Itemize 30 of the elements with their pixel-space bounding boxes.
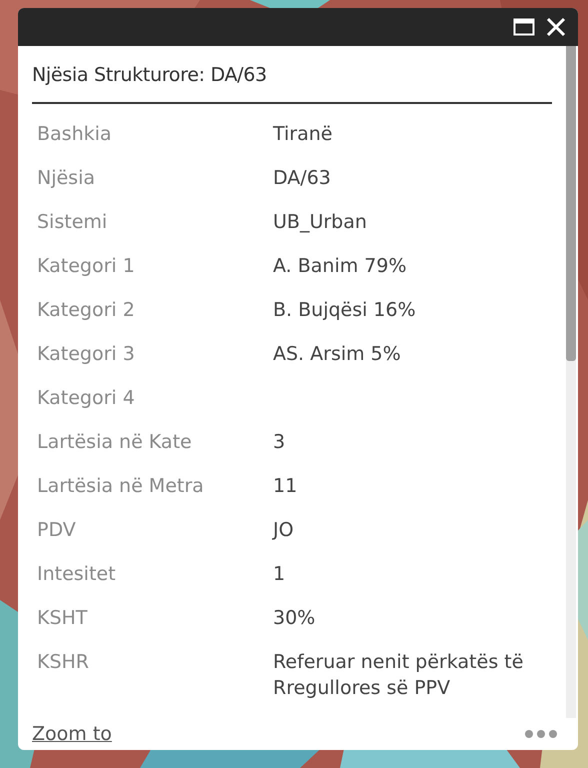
scrollbar[interactable] xyxy=(566,46,576,718)
field-value: Referuar nenit përkatës të Rregullores së PPV xyxy=(273,650,524,701)
field-value: 3 xyxy=(273,430,286,455)
field-value: A. Banim 79% xyxy=(273,254,408,279)
field-value: Tiranë xyxy=(273,122,334,147)
field-value: UB_Urban xyxy=(273,210,368,235)
field-label: KSHR xyxy=(37,650,90,675)
field-value: 1 xyxy=(273,562,286,587)
field-value: JO xyxy=(273,518,295,543)
field-label: Bashkia xyxy=(37,122,113,147)
field-value: DA/63 xyxy=(273,166,332,191)
field-label: Kategori 3 xyxy=(37,342,136,367)
zoom-to-link[interactable]: Zoom to xyxy=(32,723,112,745)
field-label: Njësia xyxy=(37,166,96,191)
field-label: PDV xyxy=(37,518,77,543)
field-label: Kategori 1 xyxy=(37,254,136,279)
field-label: Kategori 4 xyxy=(37,386,136,411)
field-label: KSHT xyxy=(37,606,88,631)
field-label: Intesitet xyxy=(37,562,117,587)
field-value: 11 xyxy=(273,474,298,499)
field-label: Sistemi xyxy=(37,210,108,235)
field-value: 30% xyxy=(273,606,316,631)
field-label: Lartësia në Kate xyxy=(37,430,193,455)
popup-title: Njësia Strukturore: DA/63 xyxy=(32,46,552,104)
field-value: AS. Arsim 5% xyxy=(273,342,402,367)
field-label: Lartësia në Metra xyxy=(37,474,205,499)
field-label: Kategori 2 xyxy=(37,298,136,323)
more-icon[interactable] xyxy=(524,729,558,739)
close-icon[interactable] xyxy=(544,15,568,39)
field-value: B. Bujqësi 16% xyxy=(273,298,417,323)
